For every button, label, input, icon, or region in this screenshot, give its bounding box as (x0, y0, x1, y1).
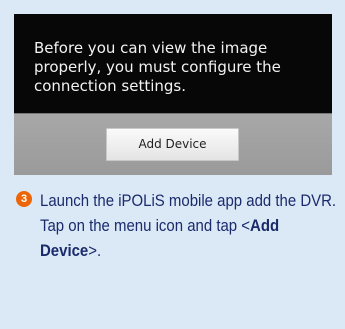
step-line-suffix: >. (88, 241, 102, 260)
step-line-tap-menu: Tap on the menu icon and tap <Add Device… (40, 213, 339, 263)
step-line-launch-app: Launch the iPOLiS mobile app add the DVR… (40, 191, 337, 210)
step-line-prefix: Tap on the menu icon and tap < (40, 216, 251, 235)
dialog-button-bar: Add Device (14, 113, 332, 175)
dialog-message: Before you can view the image properly, … (34, 39, 281, 95)
add-device-button[interactable]: Add Device (106, 128, 239, 161)
step-instructions: Launch the iPOLiS mobile app add the DVR… (40, 188, 339, 263)
step-number-badge: 3 (16, 191, 32, 207)
configuration-dialog: Before you can view the image properly, … (14, 14, 332, 175)
